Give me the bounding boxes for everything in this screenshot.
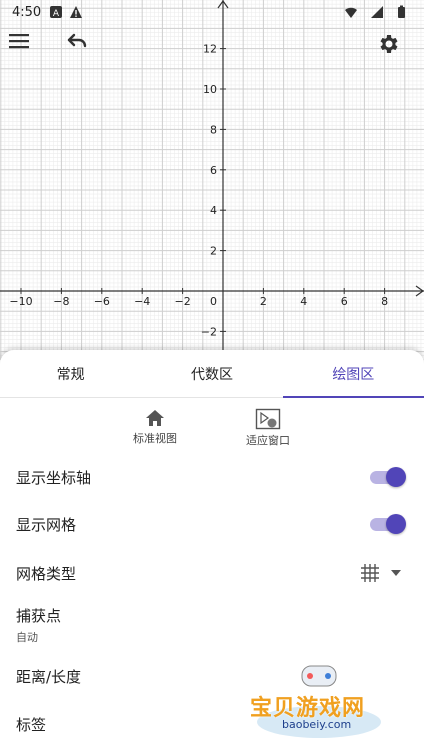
tab-general-label: 常规 [56,366,85,383]
show-grid-toggle[interactable] [368,512,406,536]
status-bar: 4:50 A [0,0,424,24]
tab-algebra[interactable]: 代数区 [141,350,282,397]
show-axes-label: 显示坐标轴 [16,468,92,487]
x-tick-label: 6 [341,295,348,308]
distance-label: 距离/长度 [16,667,82,686]
y-tick-label: 10 [203,83,217,96]
fit-window-icon [255,408,281,430]
y-tick-label: 6 [210,164,217,177]
chevron-down-icon [391,570,401,576]
labeling-label: 标签 [16,715,47,734]
fit-window-button[interactable]: 适应窗口 [228,408,308,448]
view-actions: 标准视图 适应窗口 [0,398,424,454]
undo-icon [67,33,87,48]
hamburger-menu-icon [9,34,29,49]
tab-algebra-label: 代数区 [190,366,233,383]
watermark: 宝贝游戏网 baobeiy.com [244,660,394,740]
snap-point-value: 自动 [16,631,38,644]
grid-icon [361,564,379,582]
menu-button[interactable] [8,32,48,72]
y-tick-label: 8 [210,123,217,136]
x-tick-label: −10 [9,295,32,308]
signal-icon [371,6,383,18]
settings-tabs: 常规 代数区 绘图区 [0,350,424,398]
notification-a-icon: A [50,6,63,19]
warning-icon [70,6,83,18]
toggle-knob [386,467,406,487]
watermark-url: baobeiy.com [282,718,352,731]
x-tick-label: 2 [260,295,267,308]
y-tick-label: 12 [203,43,217,56]
toggle-knob [386,514,406,534]
show-grid-label: 显示网格 [16,515,77,534]
fit-window-label: 适应窗口 [246,434,290,447]
y-tick-label: 2 [210,245,217,258]
grid-type-row[interactable]: 网格类型 [0,550,424,596]
x-tick-label: −6 [94,295,110,308]
x-tick-label: 4 [300,295,307,308]
home-icon [146,410,164,426]
snap-point-row[interactable]: 捕获点 自动 [0,598,424,652]
show-axes-row[interactable]: 显示坐标轴 [0,454,424,500]
tab-graphics[interactable]: 绘图区 [283,350,424,397]
standard-view-button[interactable]: 标准视图 [115,408,195,446]
show-axes-toggle[interactable] [368,465,406,489]
status-time: 4:50 [12,4,42,20]
x-tick-label: 8 [381,295,388,308]
grid-type-label: 网格类型 [16,564,77,583]
graphics-view[interactable]: −10 −8 −6 −4 −2 0 2 4 6 8 12 10 8 6 4 2 −2 [0,0,424,360]
standard-view-label: 标准视图 [133,432,177,445]
settings-button[interactable] [376,32,416,72]
x-tick-label: −2 [174,295,190,308]
x-tick-label: −4 [134,295,150,308]
tab-graphics-label: 绘图区 [332,366,375,383]
tab-general[interactable]: 常规 [0,350,141,397]
grid-type-dropdown[interactable] [360,563,402,583]
x-tick-label: 0 [210,295,217,308]
x-tick-label: −8 [53,295,69,308]
gear-icon [380,35,398,53]
svg-text:A: A [53,9,60,19]
battery-icon [398,5,405,18]
snap-point-label: 捕获点 [16,607,62,625]
undo-button[interactable] [64,32,104,72]
wifi-icon [345,7,357,18]
y-tick-label: −2 [201,325,217,338]
y-tick-label: 4 [210,204,217,217]
show-grid-row[interactable]: 显示网格 [0,501,424,547]
